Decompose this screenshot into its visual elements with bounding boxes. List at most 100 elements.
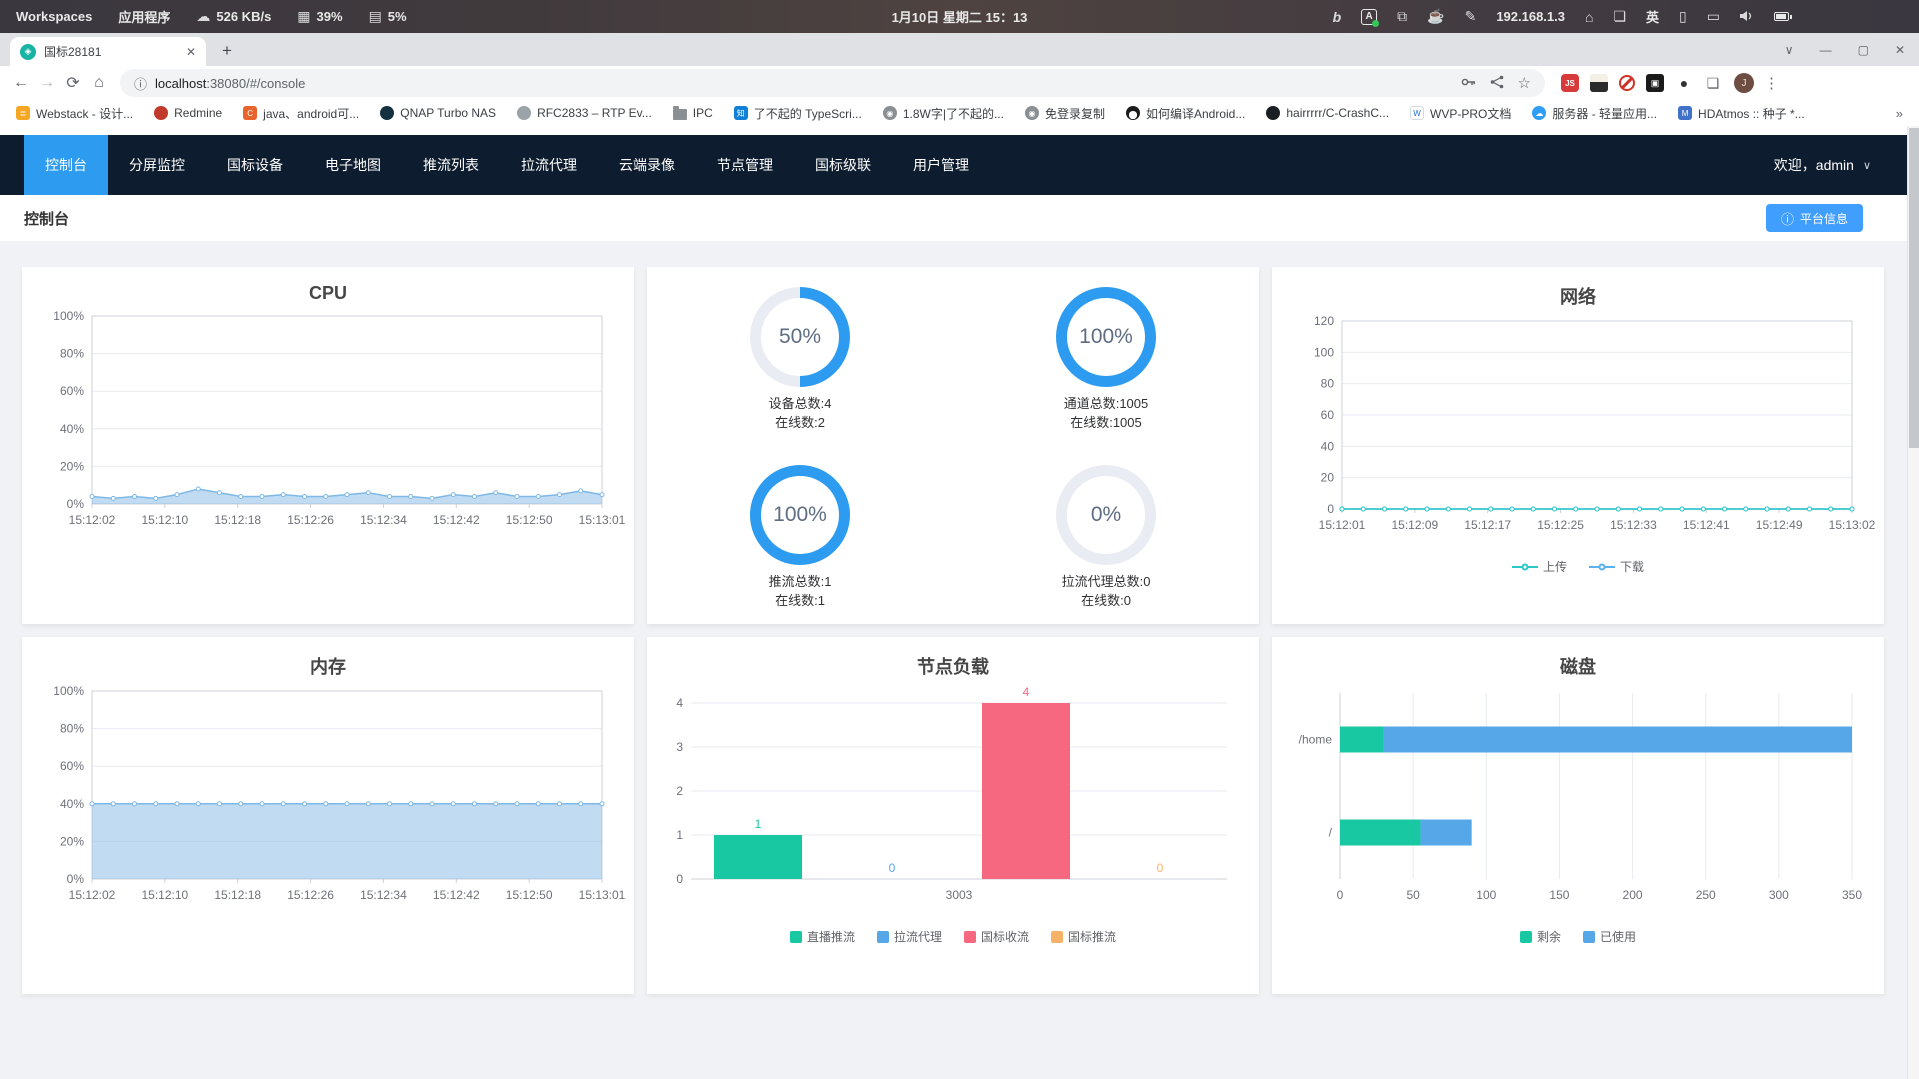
bookmark-wvp-docs[interactable]: W WVP-PRO文档	[1410, 105, 1511, 122]
applications-menu[interactable]: 应用程序	[118, 7, 170, 26]
window-minimize-button[interactable]: —	[1820, 43, 1832, 57]
back-button[interactable]: ←	[8, 74, 34, 92]
nav-item-console[interactable]: 控制台	[24, 135, 108, 195]
bookmark-compile-android[interactable]: 如何编译Android...	[1125, 105, 1245, 122]
live-push-swatch	[789, 930, 802, 943]
nav-item-map[interactable]: 电子地图	[304, 135, 402, 195]
legend-item-live-push[interactable]: 直播推流	[789, 928, 855, 945]
legend-item-pull-proxy[interactable]: 拉流代理	[876, 928, 942, 945]
clock[interactable]: 1月10日 星期二 15：13	[892, 7, 1028, 26]
legend-item-gb-push[interactable]: 国标推流	[1051, 928, 1116, 945]
window-close-button[interactable]: ✕	[1895, 43, 1905, 57]
network-speed-indicator[interactable]: ☁ 526 KB/s	[196, 8, 271, 25]
new-tab-button[interactable]: +	[214, 38, 240, 64]
window-restore-button[interactable]: ▢	[1858, 43, 1869, 57]
push-ring-cell: 100% 推流总数:1 在线数:1	[647, 453, 953, 624]
folder-icon	[672, 105, 687, 120]
hat-extension-icon[interactable]	[1590, 74, 1608, 92]
bookmark-typescript[interactable]: 知了不起的 TypeScri...	[733, 105, 862, 122]
battery-icon[interactable]	[1774, 12, 1792, 21]
bookmark-hdatmos[interactable]: M HDAtmos :: 种子 *...	[1678, 105, 1805, 122]
browser-menu-icon[interactable]: ⋮	[1764, 74, 1779, 92]
screenshot-tool-icon[interactable]: A	[1361, 8, 1380, 27]
workspaces-menu[interactable]: Workspaces	[16, 9, 92, 24]
qr-extension-icon[interactable]: ▣	[1646, 74, 1664, 92]
address-bar[interactable]: ⓘ localhost:38080/#/console ☆	[120, 69, 1545, 97]
display-icon[interactable]: ▭	[1707, 8, 1720, 25]
svg-text:4: 4	[676, 696, 683, 710]
nav-item-gb-cascade[interactable]: 国标级联	[794, 135, 892, 195]
scrollbar-thumb[interactable]	[1909, 128, 1919, 448]
browser-home-button[interactable]: ⌂	[86, 74, 112, 92]
legend-item-free[interactable]: 剩余	[1519, 928, 1561, 945]
legend-item-download[interactable]: 下载	[1589, 558, 1644, 575]
svg-text:15:12:02: 15:12:02	[69, 513, 116, 527]
volume-icon[interactable]	[1740, 9, 1754, 25]
cpu-usage-indicator[interactable]: ▦ 39%	[297, 8, 342, 25]
node-load-legend: 直播推流 拉流代理 国标收流 国标推流	[789, 928, 1116, 945]
site-info-icon[interactable]: ⓘ	[134, 74, 147, 93]
bookmark-github-crash[interactable]: hairrrrr/C-CrashC...	[1266, 106, 1389, 120]
screen-capture-extension-icon[interactable]: ❏	[1704, 74, 1722, 92]
adblock-extension-icon[interactable]	[1619, 75, 1635, 91]
home-tray-icon[interactable]: ⌂	[1585, 9, 1593, 25]
bookmark-webstack[interactable]: ≣ Webstack - 设计...	[16, 105, 133, 122]
cpu-panel: CPU 100% 80% 60% 40% 20% 0% 15:12:02 15:12:10 15…	[22, 267, 634, 624]
nav-item-push-list[interactable]: 推流列表	[402, 135, 500, 195]
nav-item-node-manage[interactable]: 节点管理	[696, 135, 794, 195]
bookmark-copy-free[interactable]: ◉ 免登录复制	[1024, 105, 1105, 122]
svg-text:0%: 0%	[67, 497, 85, 511]
clipboard-icon[interactable]: ⧉	[1397, 8, 1407, 25]
page-title: 控制台	[24, 210, 70, 228]
memory-usage-indicator[interactable]: ▤ 5%	[369, 8, 407, 25]
svg-text:15:12:50: 15:12:50	[506, 513, 553, 527]
bookmarks-overflow-chevron[interactable]: »	[1896, 106, 1903, 121]
ip-address-indicator[interactable]: 192.168.1.3	[1496, 9, 1565, 24]
svg-text:15:12:09: 15:12:09	[1391, 518, 1438, 532]
cloud-download-icon: ☁	[196, 8, 211, 24]
input-method-indicator[interactable]: 英	[1646, 7, 1659, 26]
coffee-caffeine-icon[interactable]: ☕	[1427, 8, 1444, 25]
svg-text:80%: 80%	[60, 347, 84, 361]
browser-profile-avatar[interactable]: J	[1734, 73, 1754, 93]
tab-close-icon[interactable]: ✕	[186, 45, 196, 59]
browser-tab[interactable]: ◈ 国标28181 ✕	[10, 37, 206, 66]
extensions-puzzle-icon[interactable]: ●	[1675, 74, 1693, 92]
proxy-online-ring: 0%	[1056, 465, 1156, 565]
svg-text:15:12:17: 15:12:17	[1464, 518, 1511, 532]
github-icon	[1266, 106, 1281, 120]
bookmark-java-android[interactable]: Cjava、android可...	[243, 105, 359, 122]
js-extension-icon[interactable]: JS	[1561, 74, 1579, 92]
nav-item-user-manage[interactable]: 用户管理	[892, 135, 990, 195]
nav-item-gb-devices[interactable]: 国标设备	[206, 135, 304, 195]
wvp-doc-icon: W	[1410, 106, 1425, 120]
color-picker-icon[interactable]: ✎	[1465, 8, 1477, 25]
legend-item-gb-receive[interactable]: 国标收流	[964, 928, 1029, 945]
legend-item-used[interactable]: 已使用	[1583, 928, 1636, 945]
bing-tray-icon[interactable]: b	[1333, 9, 1342, 25]
password-key-icon[interactable]	[1461, 75, 1476, 92]
nav-item-pull-proxy[interactable]: 拉流代理	[500, 135, 598, 195]
bookmark-folder-ipc[interactable]: IPC	[672, 105, 713, 120]
bookmark-star-icon[interactable]: ☆	[1518, 74, 1531, 92]
bookmark-rfc2833[interactable]: RFC2833 – RTP Ev...	[517, 106, 652, 120]
platform-info-button[interactable]: ⓘ 平台信息	[1765, 204, 1863, 232]
bookmark-qnap[interactable]: QNAP Turbo NAS	[380, 106, 496, 120]
svg-text:15:12:25: 15:12:25	[1537, 518, 1584, 532]
forward-button[interactable]: →	[34, 74, 60, 92]
user-menu[interactable]: 欢迎，admin ∨	[1774, 155, 1871, 175]
svg-text:0: 0	[676, 872, 683, 886]
nav-item-cloud-record[interactable]: 云端录像	[598, 135, 696, 195]
bookmark-18w-article[interactable]: ◉ 1.8W字|了不起的...	[882, 105, 1004, 122]
reload-button[interactable]: ⟳	[60, 73, 86, 93]
page-scrollbar[interactable]	[1907, 126, 1919, 1079]
window-switcher-icon[interactable]: ❏	[1613, 8, 1626, 25]
bookmark-lighthouse-server[interactable]: ☁ 服务器 - 轻量应用...	[1532, 105, 1657, 122]
share-icon[interactable]	[1490, 75, 1504, 92]
bookmark-redmine[interactable]: Redmine	[154, 106, 222, 120]
nav-item-split-monitor[interactable]: 分屏监控	[108, 135, 206, 195]
phone-link-icon[interactable]: ▯	[1679, 8, 1687, 25]
memory-panel: 内存 100% 80% 60% 40% 20% 0% 15:12:02 15:12:10 15:…	[22, 637, 634, 994]
legend-item-upload[interactable]: 上传	[1511, 558, 1567, 575]
tab-search-chevron-icon[interactable]: ∨	[1785, 43, 1794, 57]
